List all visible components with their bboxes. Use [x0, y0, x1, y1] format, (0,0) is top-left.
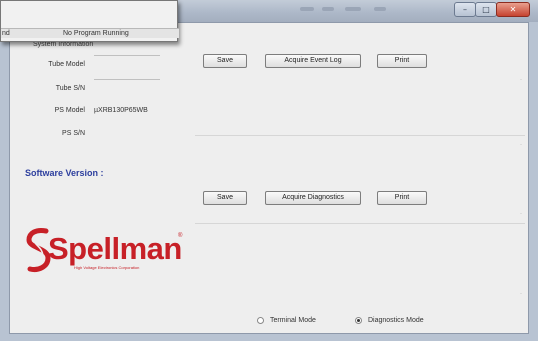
scroll-tick: · — [520, 77, 522, 83]
scroll-tick: · — [520, 291, 522, 297]
ps-sn-label: PS S/N — [62, 130, 85, 137]
maximize-button[interactable]: □ — [475, 2, 497, 17]
spellman-logo: Spellman ® High Voltage Electronics Corp… — [26, 227, 182, 275]
diagnostics-mode-label: Diagnostics Mode — [368, 317, 424, 324]
spellman-tagline: High Voltage Electronics Corporation — [74, 265, 140, 270]
window-controls: – □ ✕ — [454, 2, 530, 17]
close-button[interactable]: ✕ — [496, 2, 530, 17]
title-blur — [322, 7, 334, 11]
terminal-mode-radio[interactable]: Terminal Mode — [257, 317, 316, 324]
ps-model-value: µXRB130P65WB — [94, 107, 148, 114]
tube-model-label: Tube Model — [48, 61, 85, 68]
radio-selected-icon — [355, 317, 362, 324]
terminal-mode-label: Terminal Mode — [270, 317, 316, 324]
status-popup-window: nd No Program Running — [0, 0, 179, 42]
system-information-title: System Information — [33, 41, 94, 48]
diagnostics-save-button[interactable]: Save — [203, 191, 247, 205]
radio-circle-icon — [257, 317, 264, 324]
maximize-icon: □ — [482, 5, 490, 14]
title-blur — [300, 7, 314, 11]
program-status-text: No Program Running — [63, 30, 129, 37]
tube-sn-field — [94, 79, 160, 80]
diagnostics-mode-radio[interactable]: Diagnostics Mode — [355, 317, 424, 324]
tube-sn-label: Tube S/N — [55, 85, 85, 92]
scroll-tick: · — [520, 211, 522, 217]
registered-mark: ® — [178, 233, 183, 239]
acquire-event-log-button[interactable]: Acquire Event Log — [265, 54, 361, 68]
spellman-wordmark: Spellman — [48, 231, 182, 266]
close-icon: ✕ — [509, 5, 517, 14]
minimize-button[interactable]: – — [454, 2, 476, 17]
software-version-title: Software Version : — [25, 168, 104, 178]
scroll-tick: · — [520, 142, 522, 148]
status-row: nd No Program Running — [1, 28, 179, 38]
diagnostics-print-button[interactable]: Print — [377, 191, 427, 205]
tube-model-field — [94, 55, 160, 56]
title-blur — [374, 7, 386, 11]
event-log-area-divider — [195, 135, 525, 136]
acquire-diagnostics-button[interactable]: Acquire Diagnostics — [265, 191, 361, 205]
event-log-save-button[interactable]: Save — [203, 54, 247, 68]
event-log-print-button[interactable]: Print — [377, 54, 427, 68]
status-row-label: nd — [2, 30, 10, 37]
main-panel: System Information Tube Model Tube S/N P… — [9, 22, 529, 334]
diagnostics-area-divider — [195, 223, 525, 224]
title-blur — [345, 7, 361, 11]
minimize-icon: – — [463, 5, 467, 14]
ps-model-label: PS Model — [54, 107, 85, 114]
